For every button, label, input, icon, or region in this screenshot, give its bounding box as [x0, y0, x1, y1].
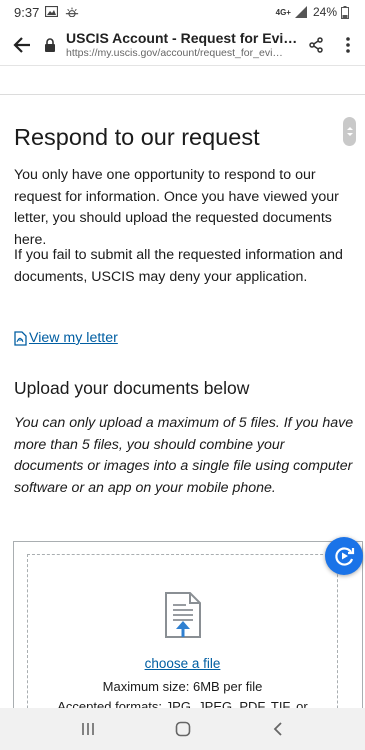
- status-bar: 9:37 4G+ 24%: [0, 0, 365, 24]
- back-arrow-icon: [13, 36, 30, 53]
- signal-icon: [294, 6, 309, 18]
- choose-file-link[interactable]: choose a file: [0, 656, 365, 671]
- chevron-left-icon: [273, 722, 282, 736]
- back-button[interactable]: [0, 24, 44, 66]
- battery-percent: 24%: [312, 5, 337, 19]
- view-letter-label: View my letter: [29, 330, 118, 346]
- pdf-file-icon: [14, 330, 27, 346]
- upload-limit-note: You can only upload a maximum of 5 files…: [14, 415, 354, 496]
- section-divider: [0, 94, 365, 95]
- address-bar[interactable]: USCIS Account - Request for Evid… https:…: [66, 30, 301, 59]
- browser-toolbar: USCIS Account - Request for Evid… https:…: [0, 24, 365, 66]
- system-back-button[interactable]: [258, 708, 298, 750]
- page-url: https://my.uscis.gov/account/request_for…: [66, 47, 283, 59]
- max-size-text: Maximum size: 6MB per file: [102, 679, 263, 694]
- more-vertical-icon: [346, 36, 350, 53]
- view-letter-link[interactable]: View my letter: [14, 330, 118, 346]
- warning-paragraph: If you fail to submit all the requested …: [14, 247, 343, 285]
- battery-icon: [341, 6, 355, 19]
- share-icon: [309, 36, 323, 53]
- weather-notification-icon: [65, 6, 79, 18]
- page-title: USCIS Account - Request for Evid…: [66, 30, 301, 46]
- gallery-notification-icon: [45, 6, 59, 18]
- document-upload-icon: [164, 591, 202, 639]
- section-heading: Respond to our request: [14, 124, 260, 150]
- status-time: 9:37: [14, 4, 40, 20]
- recent-apps-icon: [81, 723, 94, 735]
- refresh-play-icon: [335, 547, 355, 566]
- scrollbar-handle[interactable]: [343, 117, 356, 146]
- network-type: 4G+: [275, 7, 291, 17]
- overflow-menu-button[interactable]: [331, 24, 365, 66]
- lock-icon: [44, 37, 60, 53]
- share-button[interactable]: [301, 24, 331, 66]
- upload-heading: Upload your documents below: [14, 378, 250, 398]
- system-navigation-bar: [0, 708, 365, 750]
- instructions-paragraph: You only have one opportunity to respond…: [14, 167, 339, 248]
- recent-apps-button[interactable]: [68, 708, 108, 750]
- home-button[interactable]: [163, 708, 203, 750]
- home-icon: [175, 721, 190, 737]
- floating-action-button[interactable]: [325, 537, 363, 575]
